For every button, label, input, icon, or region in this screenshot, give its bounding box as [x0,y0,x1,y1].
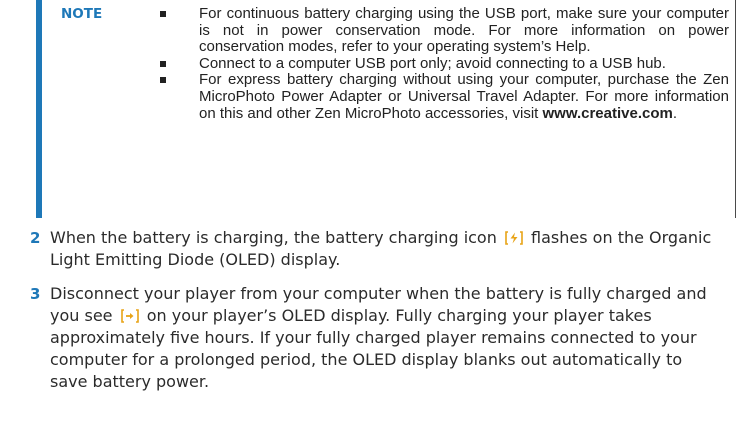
step-3: 3 Disconnect your player from your compu… [30,283,720,423]
step-text-before-icon: When the battery is charging, the batter… [50,228,497,247]
step-number: 2 [30,229,41,247]
step-text-after-icon: on your player’s OLED display. Fully cha… [50,306,697,391]
note-item-power-conservation: For continuous battery charging using th… [160,5,729,56]
bullet-icon [160,60,166,67]
note-box: NOTE For continuous battery charging usi… [36,0,736,218]
step-text: When the battery is charging, the batter… [50,227,720,271]
note-list: For continuous battery charging using th… [160,5,729,122]
website-link[interactable]: www.creative.com [543,105,673,122]
battery-charging-icon [504,231,524,245]
bullet-icon [160,77,166,84]
step-text: Disconnect your player from your compute… [50,283,720,393]
note-item-text-end: . [672,104,678,122]
note-item-usb-port: Connect to a computer USB port only; avo… [160,54,729,73]
step-number: 3 [30,285,41,303]
note-item-express-charging: For express battery charging without usi… [160,72,729,122]
step-2: 2 When the battery is charging, the batt… [30,227,720,277]
battery-full-icon [120,309,140,323]
note-item-text: Connect to a computer USB port only; avo… [199,54,666,72]
bullet-icon [160,11,166,17]
note-item-text: For continuous battery charging using th… [199,5,729,56]
note-label: NOTE [61,6,103,22]
